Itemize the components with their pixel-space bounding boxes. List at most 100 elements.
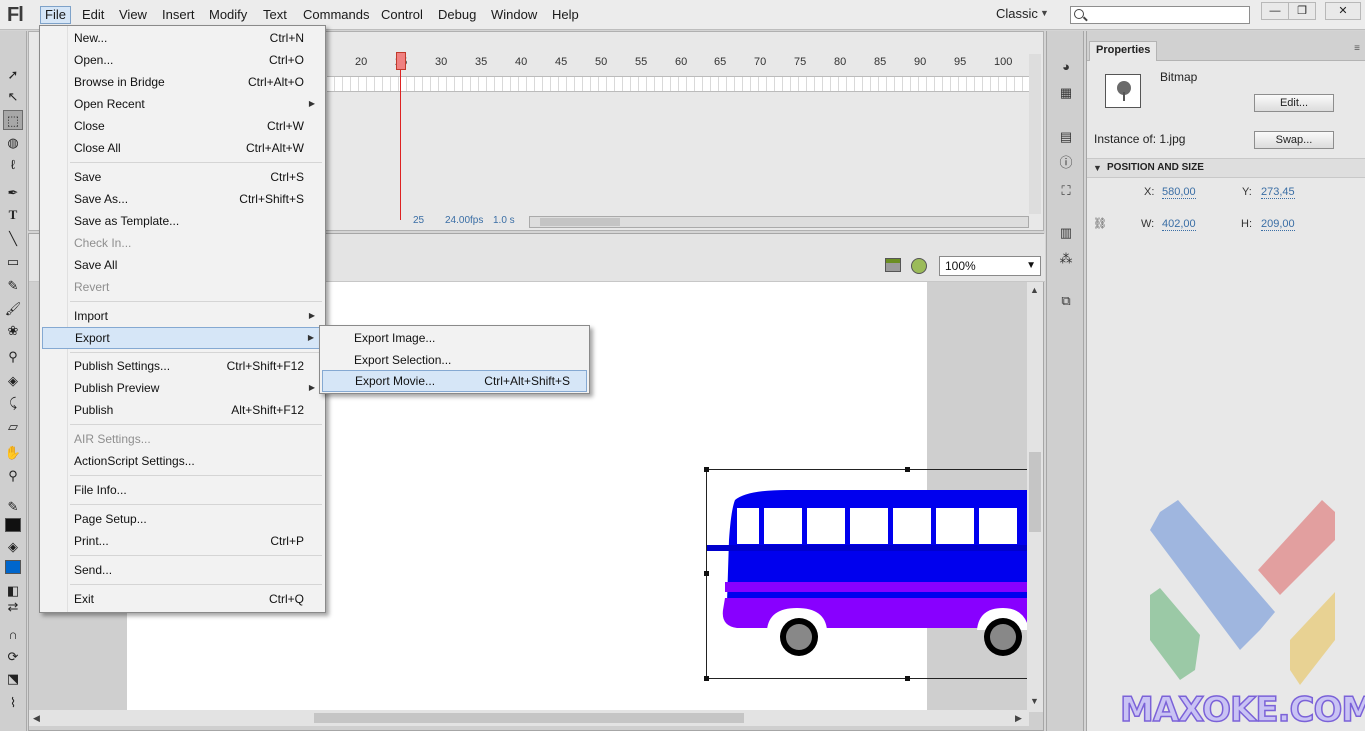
edit-scene-icon[interactable] xyxy=(885,258,901,272)
menu-commands[interactable]: Commands xyxy=(299,6,373,24)
panel-menu-icon[interactable]: ≡ xyxy=(1354,43,1360,54)
restore-button[interactable]: ❐ xyxy=(1288,2,1316,20)
menu-item-save-as-template[interactable]: Save as Template... xyxy=(42,210,323,232)
pen-tool-icon[interactable]: ✒ xyxy=(3,183,23,203)
timeline-horizontal-scrollbar[interactable] xyxy=(529,216,1029,228)
menu-item-print[interactable]: Print... Ctrl+P xyxy=(42,530,323,552)
menu-file[interactable]: File xyxy=(40,6,71,24)
menu-item-new[interactable]: New... Ctrl+N xyxy=(42,27,323,49)
menu-item-publish-preview[interactable]: Publish Preview ▶ xyxy=(42,377,323,399)
stroke-color-icon[interactable]: ✎ xyxy=(3,497,23,517)
lasso-tool-icon[interactable]: ℓ xyxy=(3,155,23,175)
menu-item-export-movie[interactable]: Export Movie... Ctrl+Alt+Shift+S xyxy=(322,370,587,392)
swap-colors-icon[interactable]: ⇄ xyxy=(3,597,23,617)
scrollbar-thumb[interactable] xyxy=(1029,452,1041,532)
option-icon[interactable]: ⌇ xyxy=(3,693,23,713)
transform-handle[interactable] xyxy=(905,676,910,681)
lock-proportions-icon[interactable]: ⛓ xyxy=(1093,217,1107,230)
smooth-icon[interactable]: ⟳ xyxy=(3,647,23,667)
line-tool-icon[interactable]: ╲ xyxy=(3,229,23,249)
menu-item-close-all[interactable]: Close All Ctrl+Alt+W xyxy=(42,137,323,159)
deco-tool-icon[interactable]: ❀ xyxy=(3,321,23,341)
rectangle-tool-icon[interactable]: ▭ xyxy=(3,252,23,272)
transform-handle[interactable] xyxy=(704,467,709,472)
components-icon[interactable]: ⧉ xyxy=(1056,291,1076,311)
swatches-icon[interactable]: ▦ xyxy=(1056,83,1076,103)
eyedropper-icon[interactable]: ⤹ xyxy=(3,393,23,413)
align-icon[interactable]: ▤ xyxy=(1056,127,1076,147)
menu-item-actionscript-settings[interactable]: ActionScript Settings... xyxy=(42,450,323,472)
brush-tool-icon[interactable]: 🖌 xyxy=(3,299,23,319)
motion-presets-icon[interactable]: ⁂ xyxy=(1056,249,1076,269)
transform-handle[interactable] xyxy=(704,571,709,576)
minimize-button[interactable]: — xyxy=(1261,2,1289,20)
edit-symbols-icon[interactable] xyxy=(911,258,927,274)
close-button[interactable]: ✕ xyxy=(1325,2,1361,20)
menu-item-page-setup[interactable]: Page Setup... xyxy=(42,508,323,530)
menu-debug[interactable]: Debug xyxy=(434,6,480,24)
bone-tool-icon[interactable]: ⚲ xyxy=(3,347,23,367)
frame-rate[interactable]: 24.00 xyxy=(445,215,470,226)
text-tool-icon[interactable]: T xyxy=(3,205,23,225)
menu-item-exit[interactable]: Exit Ctrl+Q xyxy=(42,588,323,610)
menu-item-send[interactable]: Send... xyxy=(42,559,323,581)
fill-color-swatch[interactable] xyxy=(5,560,21,574)
chevron-right-icon[interactable]: ▶ xyxy=(1015,713,1022,724)
library-icon[interactable]: ▥ xyxy=(1056,223,1076,243)
menu-window[interactable]: Window xyxy=(487,6,541,24)
search-input[interactable] xyxy=(1070,6,1250,24)
menu-item-publish[interactable]: Publish Alt+Shift+F12 xyxy=(42,399,323,421)
menu-item-open[interactable]: Open... Ctrl+O xyxy=(42,49,323,71)
bus-bitmap[interactable] xyxy=(706,469,1028,679)
menu-item-close[interactable]: Close Ctrl+W xyxy=(42,115,323,137)
menu-help[interactable]: Help xyxy=(548,6,583,24)
chevron-down-icon[interactable]: ▼ xyxy=(1030,696,1039,706)
frame-ruler[interactable]: 20 25 30 35 40 45 50 55 60 65 70 75 80 8… xyxy=(327,54,1032,72)
menu-item-export-selection[interactable]: Export Selection... xyxy=(322,349,587,371)
menu-item-save-all[interactable]: Save All xyxy=(42,254,323,276)
edit-button[interactable]: Edit... xyxy=(1254,94,1334,112)
h-value[interactable]: 209,00 xyxy=(1261,218,1295,231)
menu-item-import[interactable]: Import ▶ xyxy=(42,305,323,327)
chevron-up-icon[interactable]: ▲ xyxy=(1030,285,1039,295)
menu-insert[interactable]: Insert xyxy=(158,6,199,24)
menu-edit[interactable]: Edit xyxy=(78,6,108,24)
x-value[interactable]: 580,00 xyxy=(1162,186,1196,199)
chevron-left-icon[interactable]: ◀ xyxy=(33,713,40,724)
menu-item-open-recent[interactable]: Open Recent ▶ xyxy=(42,93,323,115)
transform-handle[interactable] xyxy=(704,676,709,681)
menu-item-export[interactable]: Export ▶ xyxy=(42,327,323,349)
menu-view[interactable]: View xyxy=(115,6,151,24)
menu-item-browse-in-bridge[interactable]: Browse in Bridge Ctrl+Alt+O xyxy=(42,71,323,93)
transform-icon[interactable]: ⛶ xyxy=(1056,181,1076,201)
y-value[interactable]: 273,45 xyxy=(1261,186,1295,199)
selection-tool-icon[interactable]: ➚ xyxy=(3,65,23,85)
zoom-tool-icon[interactable]: ⚲ xyxy=(3,466,23,486)
menu-control[interactable]: Control xyxy=(377,6,427,24)
subselection-tool-icon[interactable]: ↖ xyxy=(3,87,23,107)
info-icon[interactable]: ⓘ xyxy=(1056,153,1076,173)
frame-cells[interactable] xyxy=(327,76,1032,92)
menu-item-file-info[interactable]: File Info... xyxy=(42,479,323,501)
menu-item-save[interactable]: Save Ctrl+S xyxy=(42,166,323,188)
playhead[interactable] xyxy=(396,52,406,70)
menu-item-save-as[interactable]: Save As... Ctrl+Shift+S xyxy=(42,188,323,210)
swap-button[interactable]: Swap... xyxy=(1254,131,1334,149)
scrollbar-thumb[interactable] xyxy=(540,218,620,226)
menu-item-publish-settings[interactable]: Publish Settings... Ctrl+Shift+F12 xyxy=(42,355,323,377)
stage-vertical-scrollbar[interactable]: ▲ ▼ xyxy=(1027,282,1043,712)
menu-text[interactable]: Text xyxy=(259,6,291,24)
menu-item-export-image[interactable]: Export Image... xyxy=(322,327,587,349)
3d-rotation-tool-icon[interactable]: ◍ xyxy=(3,133,23,153)
straighten-icon[interactable]: ⬔ xyxy=(3,669,23,689)
snap-to-objects-icon[interactable]: ∩ xyxy=(3,625,23,645)
zoom-select[interactable]: 100% ▼ xyxy=(939,256,1041,276)
timeline-vertical-scrollbar[interactable] xyxy=(1029,54,1041,214)
menu-modify[interactable]: Modify xyxy=(205,6,251,24)
paint-bucket-icon[interactable]: ◈ xyxy=(3,371,23,391)
transform-handle[interactable] xyxy=(905,467,910,472)
stage-horizontal-scrollbar[interactable]: ◀ ▶ xyxy=(29,710,1029,726)
stroke-color-swatch[interactable] xyxy=(5,518,21,532)
fill-color-icon[interactable]: ◈ xyxy=(3,537,23,557)
position-size-section[interactable]: ▼ POSITION AND SIZE xyxy=(1087,158,1365,178)
